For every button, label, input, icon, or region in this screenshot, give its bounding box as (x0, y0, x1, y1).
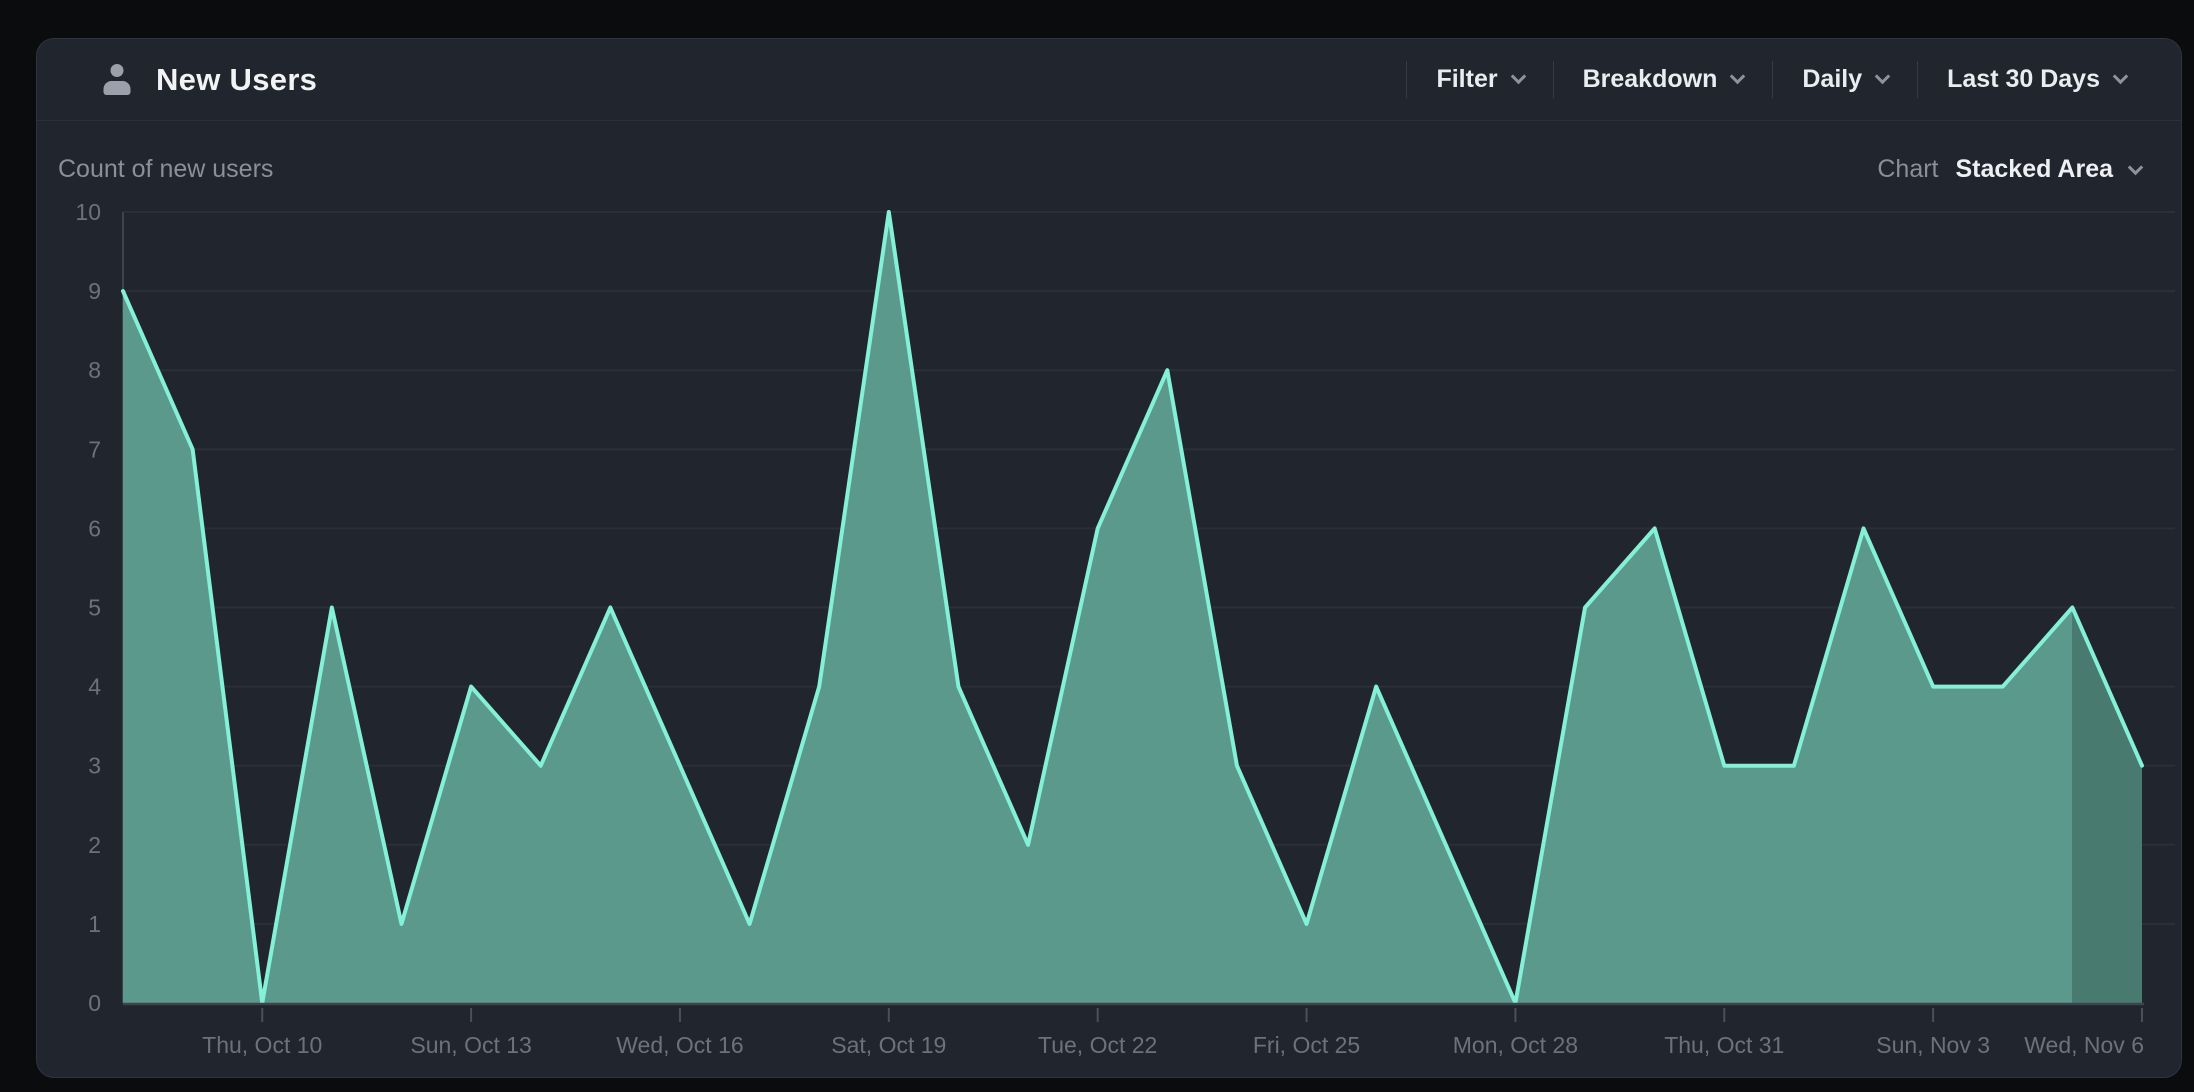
header-controls: Filter Breakdown Daily Last 30 Days (1406, 39, 2155, 120)
svg-text:0: 0 (88, 990, 101, 1016)
svg-text:Sun, Nov 3: Sun, Nov 3 (1876, 1032, 1990, 1058)
svg-text:Fri, Oct 25: Fri, Oct 25 (1253, 1032, 1360, 1058)
card-header-left: New Users (99, 62, 317, 98)
granularity-label: Daily (1802, 65, 1862, 94)
svg-text:Wed, Oct 16: Wed, Oct 16 (616, 1032, 743, 1058)
chevron-down-icon (1730, 68, 1746, 84)
svg-text:2: 2 (88, 832, 101, 858)
svg-text:10: 10 (75, 199, 101, 225)
card-title: New Users (156, 62, 317, 98)
filter-control[interactable]: Filter (1407, 39, 1552, 120)
svg-text:Thu, Oct 31: Thu, Oct 31 (1664, 1032, 1784, 1058)
metric-label: Count of new users (58, 155, 273, 184)
svg-text:6: 6 (88, 515, 101, 541)
svg-text:Sat, Oct 19: Sat, Oct 19 (831, 1032, 946, 1058)
svg-text:1: 1 (88, 911, 101, 937)
granularity-control[interactable]: Daily (1773, 39, 1917, 120)
breakdown-control[interactable]: Breakdown (1554, 39, 1773, 120)
chart-type-value: Stacked Area (1956, 155, 2114, 184)
svg-text:9: 9 (88, 278, 101, 304)
svg-text:5: 5 (88, 595, 101, 621)
user-icon (99, 62, 135, 98)
subheader: Count of new users Chart Stacked Area (37, 121, 2181, 193)
svg-text:8: 8 (88, 357, 101, 383)
svg-text:Wed, Nov 6: Wed, Nov 6 (2024, 1032, 2144, 1058)
svg-text:Tue, Oct 22: Tue, Oct 22 (1038, 1032, 1157, 1058)
chevron-down-icon (2113, 68, 2129, 84)
card-header: New Users Filter Breakdown Daily (37, 39, 2181, 121)
chart-type-selector[interactable]: Chart Stacked Area (1877, 155, 2141, 184)
svg-text:Sun, Oct 13: Sun, Oct 13 (410, 1032, 531, 1058)
chart-type-label: Chart (1877, 155, 1938, 184)
area-chart: 0 1 2 3 4 5 6 7 8 9 10 Thu, Oct 10 Sun, Oct 13 Wed, O… (37, 39, 2182, 1077)
svg-text:4: 4 (88, 674, 101, 700)
new-users-card: New Users Filter Breakdown Daily (36, 38, 2182, 1078)
chevron-down-icon (2128, 159, 2144, 175)
date-range-control[interactable]: Last 30 Days (1918, 39, 2155, 120)
breakdown-label: Breakdown (1583, 65, 1718, 94)
svg-text:3: 3 (88, 753, 101, 779)
dashboard-page: New Users Filter Breakdown Daily (0, 0, 2194, 1092)
svg-text:Thu, Oct 10: Thu, Oct 10 (202, 1032, 322, 1058)
filter-label: Filter (1436, 65, 1497, 94)
svg-text:Mon, Oct 28: Mon, Oct 28 (1453, 1032, 1578, 1058)
date-range-label: Last 30 Days (1947, 65, 2100, 94)
chevron-down-icon (1510, 68, 1526, 84)
svg-text:7: 7 (88, 436, 101, 462)
chevron-down-icon (1875, 68, 1891, 84)
